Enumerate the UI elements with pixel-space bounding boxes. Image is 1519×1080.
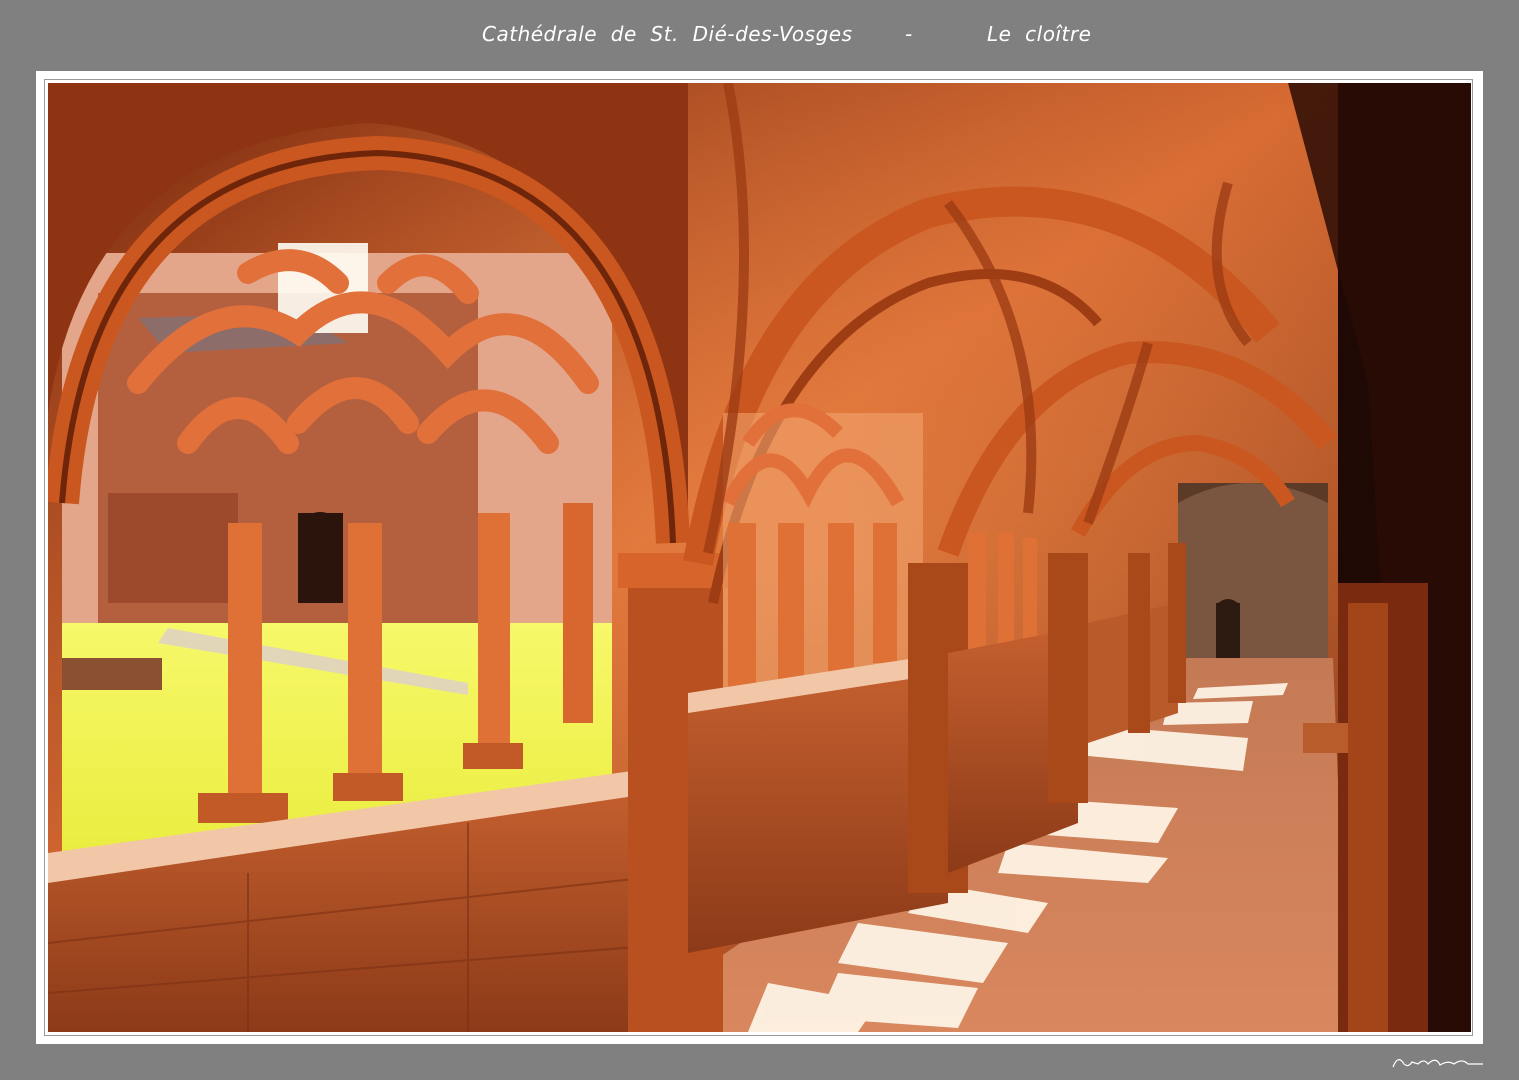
caption-title: Cathédrale de St. Dié-des-Vosges xyxy=(482,22,853,46)
caption-subtitle: Le cloître xyxy=(987,22,1092,46)
photographer-signature xyxy=(1392,1059,1483,1068)
cloister-scene xyxy=(48,83,1471,1032)
photo-caption: Cathédrale de St. Dié-des-Vosges - Le cl… xyxy=(0,22,1519,52)
caption-separator: - xyxy=(905,22,913,46)
cloister-photo xyxy=(48,83,1471,1032)
far-columns xyxy=(968,533,1037,653)
far-passage xyxy=(1178,483,1328,658)
far-doorway xyxy=(1216,603,1240,658)
